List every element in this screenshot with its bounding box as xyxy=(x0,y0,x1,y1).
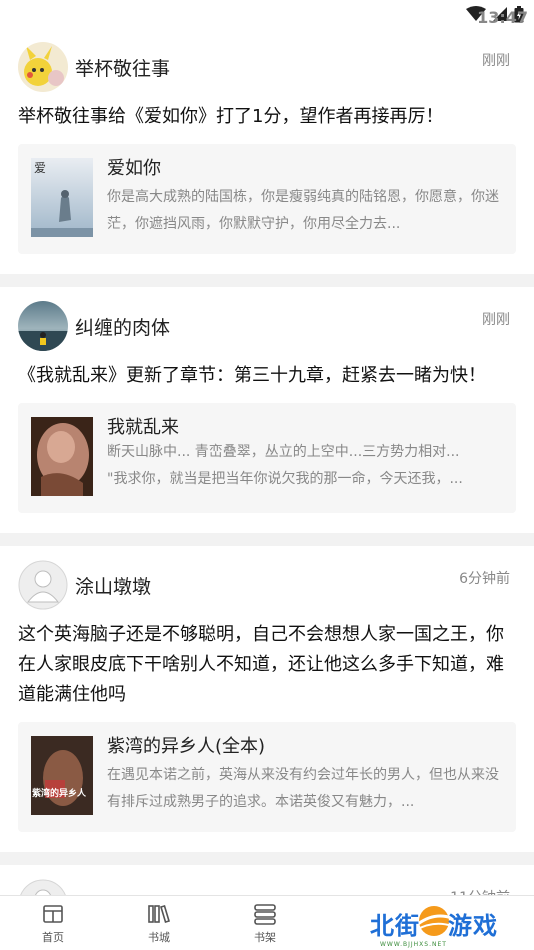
username[interactable]: 举杯敬往事 xyxy=(75,54,170,81)
home-icon xyxy=(43,905,63,923)
avatar[interactable] xyxy=(18,301,68,351)
book-description-line: 断天山脉中... 青峦叠翠，丛立的上空中...三方势力相对... xyxy=(107,444,460,460)
avatar[interactable] xyxy=(18,42,68,92)
tab-home[interactable]: 首页 xyxy=(0,896,106,950)
book-cover: 紫湾的异乡人 xyxy=(31,736,93,815)
status-bar: 13:47 xyxy=(0,0,534,28)
cover-title: 爱 xyxy=(34,161,46,175)
feed[interactable]: 举杯敬往事 刚刚 举杯敬往事给《爱如你》打了1分，望作者再接再厉！ 爱 爱如你 … xyxy=(0,28,534,895)
book-title: 我就乱来 xyxy=(107,417,179,438)
brand-text-left: 北街 xyxy=(370,912,420,940)
post-time: 11分钟前 xyxy=(450,887,510,895)
book-cover: 爱 xyxy=(31,158,93,237)
tab-label: 首页 xyxy=(42,931,64,944)
brand-text-right: 游戏 xyxy=(448,912,498,940)
book-title: 爱如你 xyxy=(107,158,161,179)
bottom-tab-bar: 首页 书城 书架 北街 游戏 WWW.BJJHXS.NET xyxy=(0,895,534,950)
tab-label: 书架 xyxy=(254,931,276,944)
book-description: 在遇见本诺之前，英海从来没有约会过年长的男人，但也从来没有排斥过成熟男子的追求。… xyxy=(107,767,499,810)
shelf-icon xyxy=(254,904,276,925)
post-text: 举杯敬往事给《爱如你》打了1分，望作者再接再厉！ xyxy=(18,106,444,127)
post-text: 这个英海脑子还是不够聪明，自己不会想想人家一国之王，你在人家眼皮底下干啥别人不知… xyxy=(18,624,504,705)
status-time: 13:47 xyxy=(477,8,528,27)
cover-title: 紫湾的异乡人 xyxy=(32,787,87,799)
post-text: 《我就乱来》更新了章节：第三十九章，赶紧去一睹为快！ xyxy=(18,365,486,386)
username[interactable]: 纠缠的肉体 xyxy=(75,313,170,340)
post-time: 6分钟前 xyxy=(459,571,510,587)
brand-watermark: 北街 游戏 WWW.BJJHXS.NET xyxy=(370,900,510,948)
book-title: 紫湾的异乡人(全本) xyxy=(107,736,266,757)
feed-post[interactable]: 举杯敬往事 刚刚 举杯敬往事给《爱如你》打了1分，望作者再接再厉！ 爱 爱如你 … xyxy=(0,28,534,274)
tab-bookshelf[interactable]: 书架 xyxy=(212,896,318,950)
feed-post[interactable]: 涂山墩墩 6分钟前 这个英海脑子还是不够聪明，自己不会想想人家一国之王，你在人家… xyxy=(0,546,534,852)
feed-post[interactable]: dongxb 11分钟前 xyxy=(0,865,534,895)
book-cover xyxy=(31,417,93,496)
tab-bookstore[interactable]: 书城 xyxy=(106,896,212,950)
tab-label: 书城 xyxy=(148,931,170,944)
books-icon xyxy=(148,905,170,923)
divider xyxy=(0,852,534,865)
divider xyxy=(0,274,534,287)
book-card[interactable]: 紫湾的异乡人 紫湾的异乡人(全本) 在遇见本诺之前，英海从来没有约会过年长的男人… xyxy=(18,722,516,832)
avatar-default-icon[interactable] xyxy=(18,879,68,895)
brand-url: WWW.BJJHXS.NET xyxy=(380,941,447,948)
book-description-line: "我求你，就当是把当年你说欠我的那一命，今天还我，... xyxy=(107,471,463,487)
post-time: 刚刚 xyxy=(482,53,510,69)
feed-post[interactable]: 纠缠的肉体 刚刚 《我就乱来》更新了章节：第三十九章，赶紧去一睹为快！ 我就乱来… xyxy=(0,287,534,533)
book-description: 你是高大成熟的陆国栋，你是瘦弱纯真的陆铭恩，你愿意，你迷茫，你遮挡风雨，你默默守… xyxy=(107,189,499,232)
book-card[interactable]: 我就乱来 断天山脉中... 青峦叠翠，丛立的上空中...三方势力相对... "我… xyxy=(18,403,516,513)
book-card[interactable]: 爱 爱如你 你是高大成熟的陆国栋，你是瘦弱纯真的陆铭恩，你愿意，你迷茫，你遮挡风… xyxy=(18,144,516,254)
post-time: 刚刚 xyxy=(482,312,510,328)
username[interactable]: 涂山墩墩 xyxy=(75,572,151,599)
divider xyxy=(0,533,534,546)
avatar-default-icon[interactable] xyxy=(18,560,68,610)
